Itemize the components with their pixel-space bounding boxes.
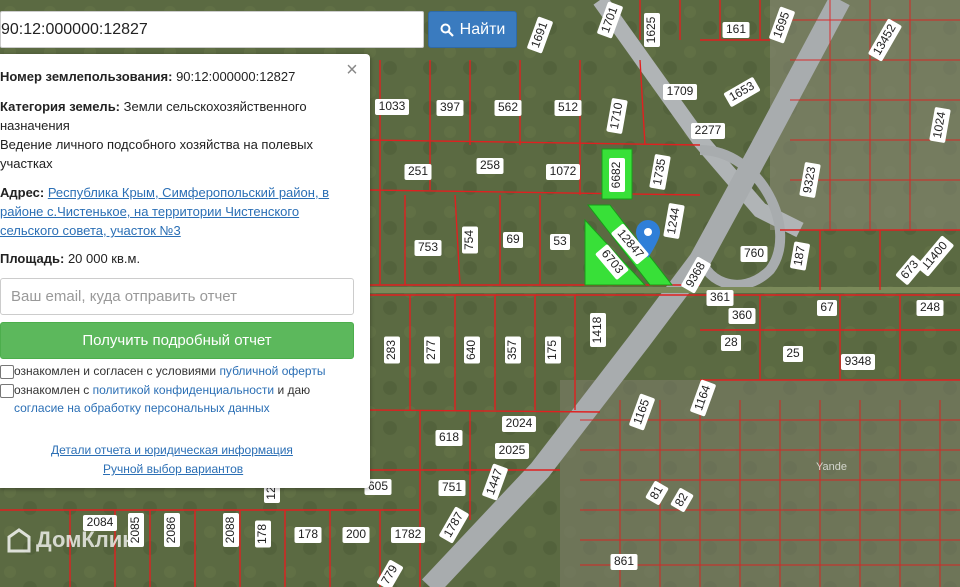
email-field[interactable]: Ваш email, куда отправить отчет	[0, 278, 354, 315]
plot-number-label: 277	[424, 340, 438, 360]
plot-number-label: 640	[464, 340, 478, 360]
plot-number-label: 67	[820, 300, 834, 314]
plot-number-label: 12	[264, 486, 278, 500]
number-value: 90:12:000000:12827	[176, 69, 296, 84]
plot-number-label: 1782	[395, 527, 422, 541]
plot-number-label: 760	[744, 246, 764, 260]
plot-number-label: 9348	[845, 354, 872, 368]
search-icon	[440, 23, 454, 37]
search-button-label: Найти	[459, 20, 506, 38]
plot-number-label: 361	[710, 290, 730, 304]
number-label: Номер землепользования:	[0, 69, 173, 84]
parcel-info-panel: × Номер землепользования: 90:12:000000:1…	[0, 54, 370, 488]
plot-number-label: 283	[384, 340, 398, 360]
plot-number-label: 1625	[644, 16, 658, 43]
usage-line-2: участках	[0, 156, 53, 171]
privacy-consent-text: ознакомлен с политикой конфиденциальност…	[14, 383, 311, 397]
area-label: Площадь:	[0, 251, 65, 266]
offer-link[interactable]: публичной оферты	[219, 364, 325, 378]
plot-number-label: 2025	[499, 443, 526, 457]
plot-number-label: 161	[726, 22, 746, 36]
plot-number-label: 512	[558, 100, 578, 114]
plot-number-label: 618	[439, 430, 459, 444]
category-value-2: назначения	[0, 118, 70, 133]
search-button[interactable]: Найти	[428, 11, 517, 48]
address-label: Адрес:	[0, 185, 45, 200]
plot-number-label: 175	[545, 340, 559, 360]
plot-number-label: 178	[255, 524, 269, 544]
yandex-watermark: Yande	[816, 461, 847, 473]
category-label: Категория земель:	[0, 99, 121, 114]
plot-number-label: 6682	[609, 161, 623, 188]
plot-number-label: 1418	[590, 316, 604, 343]
plot-number-label: 562	[498, 100, 518, 114]
plot-number-label: 248	[920, 300, 940, 314]
plot-number-label: 178	[298, 527, 318, 541]
plot-number-label: 397	[440, 100, 460, 114]
usage-line-1: Ведение личного подсобного хозяйства на …	[0, 137, 313, 152]
get-report-button[interactable]: Получить подробный отчет	[0, 322, 354, 359]
category-value: Земли сельскохозяйственного	[123, 99, 307, 114]
plot-number-label: 360	[732, 308, 752, 322]
plot-number-label: 28	[724, 335, 738, 349]
plot-number-label: 2088	[223, 516, 237, 543]
data-consent-link[interactable]: согласие на обработку персональных данны…	[14, 401, 270, 415]
domclick-logo-icon	[7, 528, 31, 553]
plot-number-label: 258	[480, 158, 500, 172]
address-link-3[interactable]: сельского совета, участок №3	[0, 223, 181, 238]
search-input[interactable]: 90:12:000000:12827	[0, 11, 424, 48]
plot-number-label: 25	[786, 346, 800, 360]
plot-number-label: 53	[553, 234, 567, 248]
plot-number-label: 357	[505, 340, 519, 360]
address-link-2[interactable]: районе с.Чистенькое, на территории Чисте…	[0, 204, 299, 219]
plot-number-label: 1709	[667, 84, 694, 98]
offer-checkbox[interactable]	[0, 365, 14, 379]
manual-select-link[interactable]: Ручной выбор вариантов	[103, 462, 243, 476]
plot-number-label: 861	[614, 554, 634, 568]
details-link[interactable]: Детали отчета и юридическая информация	[51, 443, 293, 457]
plot-number-label: 2277	[695, 123, 722, 137]
plot-number-label: 753	[418, 240, 438, 254]
domclick-watermark: ДомКлик	[6, 527, 133, 553]
area-value: 20 000 кв.м.	[67, 251, 141, 266]
plot-number-label: 1072	[550, 164, 577, 178]
plot-number-label: 69	[506, 232, 520, 246]
address-link[interactable]: Республика Крым, Симферопольский район, …	[48, 185, 329, 200]
plot-number-label: 754	[462, 230, 476, 250]
plot-number-label: 751	[442, 480, 462, 494]
plot-number-label: 251	[408, 164, 428, 178]
plot-number-label: 605	[368, 479, 388, 493]
privacy-checkbox[interactable]	[0, 384, 14, 398]
plot-number-label: 200	[346, 527, 366, 541]
plot-number-label: 1033	[379, 99, 406, 113]
offer-consent-text: ознакомлен и согласен с условиями публич…	[14, 364, 326, 378]
close-icon[interactable]: ×	[344, 60, 360, 80]
privacy-link[interactable]: политикой конфиденциальности	[93, 383, 274, 397]
plot-number-label: 2086	[164, 516, 178, 543]
plot-number-label: 2024	[506, 416, 533, 430]
